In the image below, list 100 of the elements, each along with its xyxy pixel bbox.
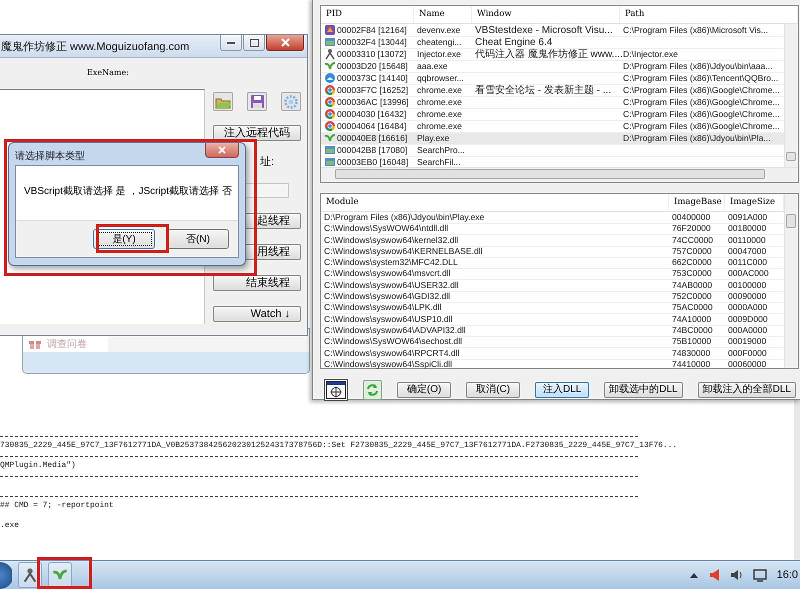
action-button[interactable]: 结束线程	[213, 275, 301, 291]
table-cell: C:\Windows\syswow64\USP10.dll	[324, 314, 452, 325]
figure-icon	[324, 48, 336, 60]
save-button[interactable]	[247, 92, 267, 111]
module-row[interactable]: C:\Windows\SysWOW64\ntdll.dll 76F20000 00180000	[321, 223, 784, 235]
close-button[interactable]	[205, 143, 239, 158]
wheel-icon	[324, 108, 336, 120]
table-cell: 752C0000	[672, 291, 712, 302]
program-icon	[324, 24, 336, 36]
toolbar-button[interactable]: 卸载注入的全部DLL	[698, 382, 796, 398]
table-cell: C:\Windows\syswow64\SspiCli.dll	[324, 358, 452, 370]
address-label: 址:	[260, 156, 274, 168]
exe-name-label: ExeName:	[87, 68, 129, 79]
process-row[interactable]: 000032F4 [13044] cheatengi... Cheat Engine 6.4	[321, 36, 784, 48]
module-row[interactable]: C:\Windows\syswow64\KERNELBASE.dll 757C0000 00047000	[321, 246, 784, 258]
dialog-message: VBScript截取请选择 是 ，JScript截取请选择 否	[23, 184, 233, 199]
table-cell: 757C0000	[672, 246, 712, 257]
column-header[interactable]: Module	[321, 194, 669, 211]
process-row[interactable]: 00004030 [16432] chrome.exe C:\Program Files (x86)\Google\Chrome...	[321, 108, 784, 120]
table-cell: chrome.exe	[417, 96, 462, 108]
module-row[interactable]: C:\Windows\syswow64\LPK.dll 75AC0000 0000A000	[321, 302, 784, 314]
gear-icon	[284, 94, 298, 108]
figure-icon	[22, 567, 38, 583]
table-cell: C:\Windows\syswow64\KERNELBASE.dll	[324, 246, 483, 257]
module-row[interactable]: C:\Windows\syswow64\kernel32.dll 74CC0000 00110000	[321, 234, 784, 246]
sprout-icon	[324, 60, 336, 72]
module-row[interactable]: C:\Windows\syswow64\USER32.dll 74AB0000 00100000	[321, 280, 784, 292]
clock[interactable]: 16:0	[776, 569, 798, 581]
table-cell: qqbrowser...	[417, 72, 464, 84]
table-cell: 74AB0000	[672, 280, 712, 291]
close-button[interactable]	[266, 35, 304, 51]
table-cell: Cheat Engine 6.4	[475, 36, 552, 48]
taskbar-button[interactable]	[18, 562, 42, 588]
table-cell: 74BC0000	[672, 324, 713, 336]
process-row[interactable]: 00002F84 [12164] devenv.exe VBStestdexe - Microsoft Visu... C:\Program Files (x86)\Microsoft Vis...	[321, 24, 784, 36]
open-button[interactable]	[213, 92, 233, 111]
table-cell: C:\Program Files (x86)\Google\Chrome...	[623, 84, 780, 96]
process-row[interactable]: 000040E8 [16616] Play.exe D:\Program Files (x86)\Jdyou\bin\Pla...	[321, 132, 784, 144]
column-header[interactable]: Path	[620, 6, 798, 23]
table-cell: Injector.exe	[417, 48, 461, 60]
toolbar-button[interactable]: 取消(C)	[466, 382, 520, 398]
module-row[interactable]: D:\Program Files (x86)\Jdyou\bin\Play.exe 00400000 0091A000	[321, 212, 784, 224]
table-cell: D:\Program Files (x86)\Jdyou\bin\Play.exe	[324, 212, 484, 223]
process-row[interactable]: 00003310 [13072] Injector.exe 代码注入器 魔鬼作坊修正 www....D:\Injector.exe	[321, 48, 784, 60]
table-cell: 000032F4 [13044]	[337, 36, 407, 48]
table-cell: SearchFil...	[417, 156, 460, 168]
minimize-button[interactable]	[220, 35, 242, 51]
toolbar-button[interactable]: 卸载选中的DLL	[604, 382, 683, 398]
floppy-icon	[250, 94, 264, 109]
module-row[interactable]: C:\Windows\syswow64\msvcrt.dll 753C0000 000AC000	[321, 268, 784, 280]
column-header[interactable]: ImageBase	[669, 194, 725, 211]
process-row[interactable]: 00003F7C [16252] chrome.exe 看雪安全论坛 - 发表新主题 - ... C:\Program Files (x86)\Google\Chrome...	[321, 84, 784, 96]
start-button[interactable]	[0, 560, 12, 589]
table-cell: aaa.exe	[417, 60, 448, 72]
vertical-scrollbar[interactable]	[784, 24, 798, 167]
module-row[interactable]: C:\Windows\SysWOW64\sechost.dll 75B10000 00019000	[321, 336, 784, 348]
refresh-button[interactable]	[363, 380, 382, 400]
table-cell: D:\Program Files (x86)\Jdyou\bin\aaa...	[623, 60, 772, 72]
action-button[interactable]: Watch ↓	[213, 306, 301, 322]
taskbar-button[interactable]	[48, 562, 72, 588]
table-cell: 753C0000	[672, 268, 712, 280]
module-row[interactable]: C:\Windows\syswow64\ADVAPI32.dll 74BC0000 000A0000	[321, 324, 784, 336]
toolbar-button[interactable]: 确定(O)	[397, 382, 452, 398]
module-row[interactable]: C:\Windows\syswow64\SspiCli.dll 74410000 00060000	[321, 358, 784, 370]
toolbar-button[interactable]: 注入DLL	[535, 382, 590, 398]
table-cell: C:\Windows\syswow64\RPCRT4.dll	[324, 348, 460, 359]
table-cell: 000A0000	[728, 324, 768, 336]
app-window-icon	[324, 36, 336, 48]
column-header[interactable]: Name	[414, 6, 472, 23]
window-finder-button[interactable]	[324, 379, 348, 401]
dialog-button[interactable]: 是(Y)	[93, 229, 155, 249]
maximize-button[interactable]	[243, 35, 265, 51]
dialog-button[interactable]: 否(N)	[167, 229, 229, 249]
table-cell: chrome.exe	[417, 120, 462, 132]
vertical-scrollbar[interactable]	[784, 194, 798, 368]
column-header[interactable]: PID	[321, 6, 414, 23]
up-arrow-icon[interactable]	[690, 572, 698, 578]
table-cell: 74830000	[672, 348, 710, 359]
table-cell: 00019000	[728, 336, 766, 348]
table-cell: 00090000	[728, 291, 766, 302]
process-row[interactable]: 00003D20 [15648] aaa.exe D:\Program Files (x86)\Jdyou\bin\aaa...	[321, 60, 784, 72]
maximize-icon	[250, 38, 258, 46]
module-row[interactable]: C:\Windows\syswow64\USP10.dll 74A10000 0009D000	[321, 314, 784, 325]
table-cell: 00003D20 [15648]	[337, 60, 408, 72]
annotation-frame	[37, 557, 92, 589]
table-cell: 00060000	[728, 358, 766, 370]
module-row[interactable]: C:\Windows\syswow64\GDI32.dll 752C0000 00090000	[321, 291, 784, 302]
megaphone-icon[interactable]	[708, 568, 720, 582]
dialog-title: 请选择脚本类型	[15, 150, 85, 163]
process-row[interactable]: 000042B8 [17080] SearchPro...	[321, 144, 784, 156]
action-button[interactable]: 注入远程代码	[213, 125, 301, 141]
module-row[interactable]: C:\Windows\system32\MFC42.DLL 662C0000 0011C000	[321, 257, 784, 268]
module-row[interactable]: C:\Windows\syswow64\RPCRT4.dll 74830000 000F0000	[321, 348, 784, 359]
table-cell: C:\Windows\SysWOW64\ntdll.dll	[324, 223, 448, 234]
table-cell: C:\Program Files (x86)\Microsoft Vis...	[623, 24, 768, 36]
process-row[interactable]: 0000373C [14140] qqbrowser... C:\Program Files (x86)\Tencent\QQBro...	[321, 72, 784, 84]
column-header[interactable]: Window	[472, 6, 620, 23]
process-row[interactable]: 000036AC [13996] chrome.exe C:\Program Files (x86)\Google\Chrome...	[321, 96, 784, 108]
horizontal-scrollbar[interactable]	[321, 167, 798, 182]
volume-icon[interactable]	[730, 568, 743, 582]
